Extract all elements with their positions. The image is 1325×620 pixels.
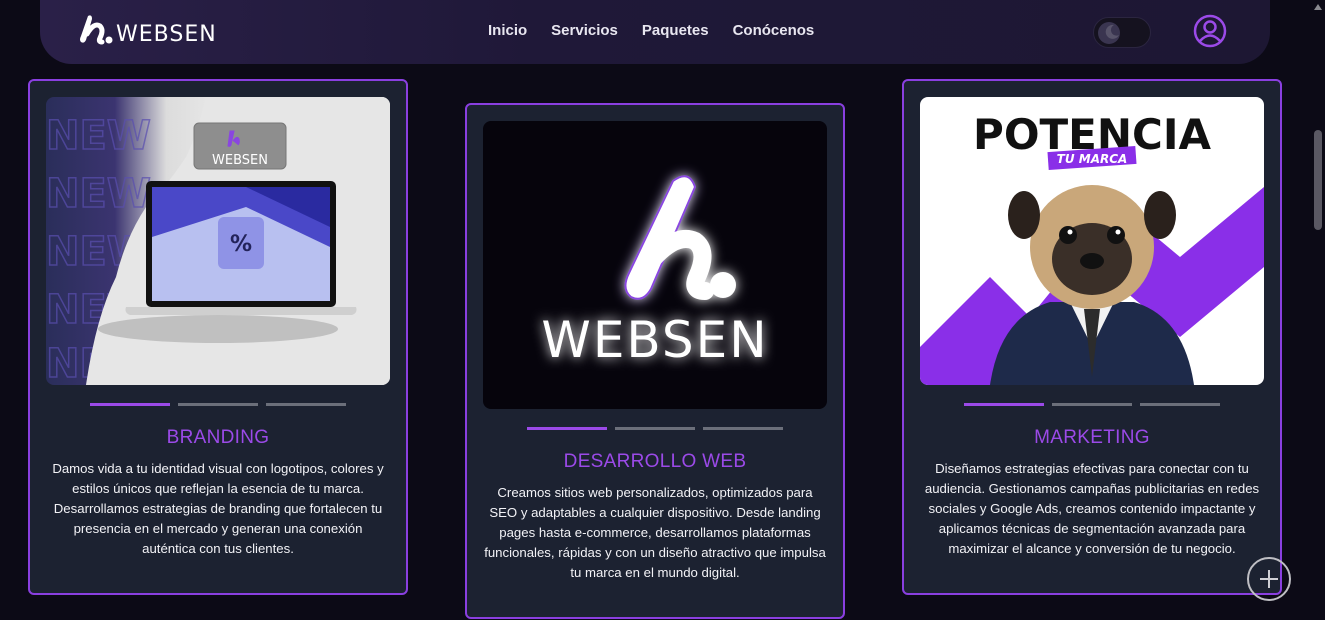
nav-link-conocenos[interactable]: Conócenos [733,22,815,39]
theme-toggle[interactable] [1093,17,1151,48]
main-menu: Inicio Servicios Paquetes Conócenos [488,22,814,39]
card-image-marketing: POTENCIA TU MARCA [920,97,1264,385]
websen-wordmark: WEBSEN [541,311,768,369]
branding-artwork: NEW NEW NEW NEW NEW WEBSEN % [46,97,390,385]
brand-logo[interactable]: WEBSEN [78,12,217,46]
nav-link-paquetes[interactable]: Paquetes [642,22,709,39]
carousel-dot[interactable] [1052,403,1132,406]
scroll-up-arrow-icon[interactable] [1313,2,1323,12]
card-description: Diseñamos estrategias efectivas para con… [924,461,1260,556]
carousel-indicators [964,403,1220,406]
websen-logo-icon [80,15,113,45]
svg-text:NEW: NEW [46,171,151,217]
svg-text:%: % [230,232,252,257]
card-description: Damos vida a tu identidad visual con log… [52,461,384,556]
service-card-branding: NEW NEW NEW NEW NEW WEBSEN % BRANDING Da… [28,79,408,595]
carousel-indicators [527,427,783,430]
carousel-dot[interactable] [527,427,607,430]
card-description: Creamos sitios web personalizados, optim… [484,485,826,580]
user-circle-icon[interactable] [1193,14,1227,48]
websen-logo-artwork: WEBSEN [541,175,768,369]
carousel-dot[interactable] [266,403,346,406]
tu-marca-tag: TU MARCA [1057,152,1128,166]
moon-icon [1105,24,1119,39]
scrollbar-thumb[interactable] [1314,130,1322,230]
marketing-artwork: POTENCIA TU MARCA [920,110,1264,385]
card-image-branding: NEW NEW NEW NEW NEW WEBSEN % [46,97,390,385]
card-title: MARKETING [1034,427,1150,448]
card-title: DESARROLLO WEB [563,451,747,472]
nav-link-inicio[interactable]: Inicio [488,22,527,39]
card-image-desarrollo-web: WEBSEN [483,121,827,409]
new-watermark: NEW [46,113,151,159]
carousel-dot[interactable] [964,403,1044,406]
navbar: WEBSEN Inicio Servicios Paquetes Conócen… [40,0,1270,64]
nav-link-servicios[interactable]: Servicios [551,22,618,39]
carousel-dot[interactable] [615,427,695,430]
carousel-indicators [90,403,346,406]
carousel-dot[interactable] [178,403,258,406]
carousel-dot[interactable] [90,403,170,406]
carousel-dot[interactable] [703,427,783,430]
brand-name: WEBSEN [116,22,217,47]
mockup-logo-text: WEBSEN [212,153,268,168]
scrollbar[interactable] [1311,0,1325,620]
service-card-desarrollo-web: WEBSEN DESARROLLO WEB Creamos sitios web… [465,103,845,619]
plus-fab-button[interactable] [1247,557,1291,601]
service-card-marketing: POTENCIA TU MARCA MARKETING Diseñamos es… [902,79,1282,595]
card-title: BRANDING [166,427,270,448]
carousel-dot[interactable] [1140,403,1220,406]
